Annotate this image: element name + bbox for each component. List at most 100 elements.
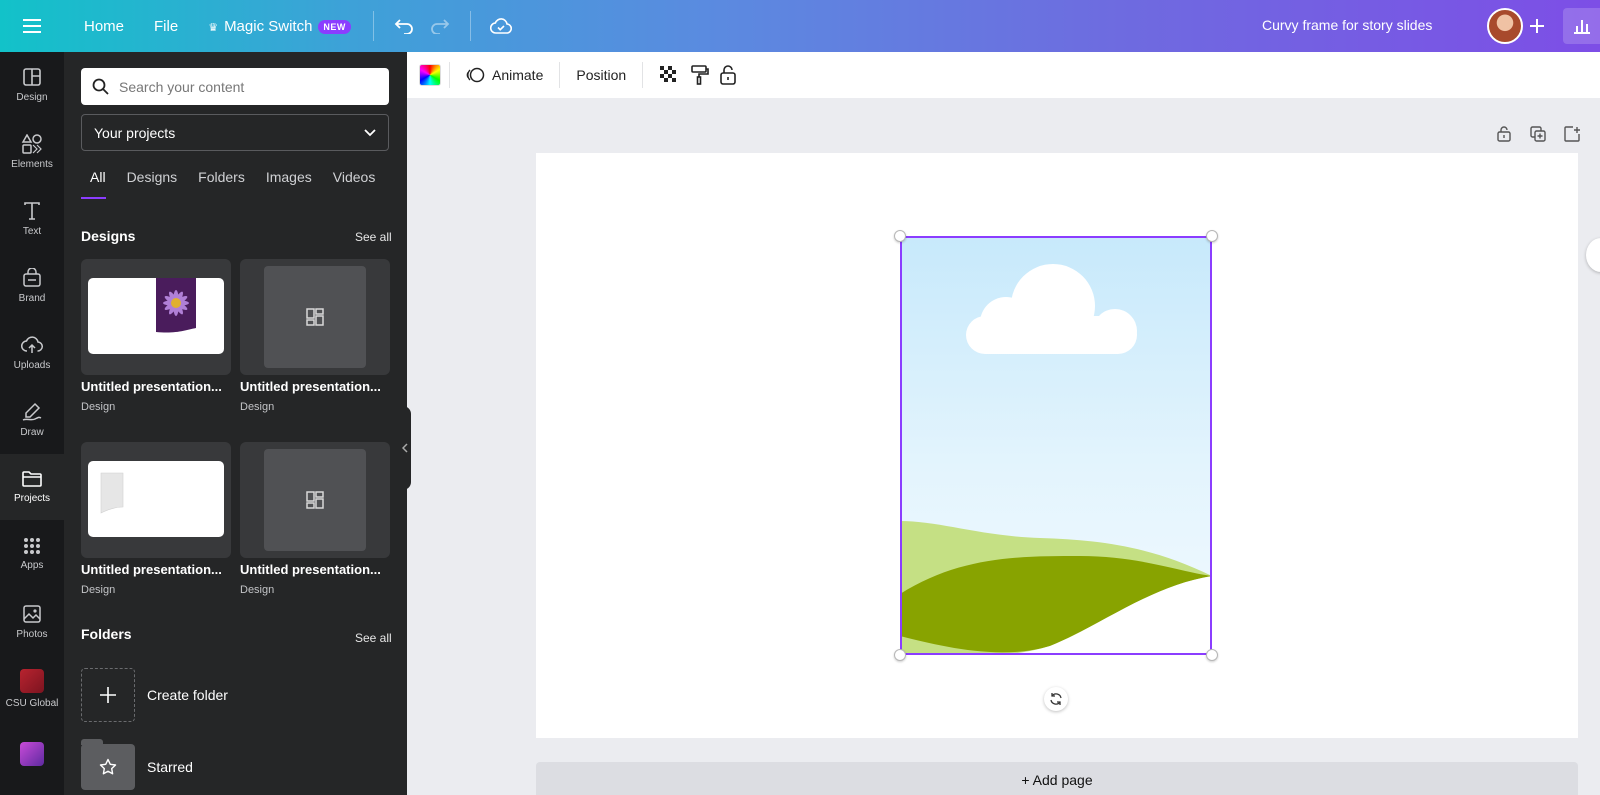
starred-folder[interactable]: Starred	[81, 739, 193, 790]
rail-item-photos[interactable]: Photos	[0, 589, 64, 655]
tab-images[interactable]: Images	[266, 169, 312, 199]
tab-designs[interactable]: Designs	[127, 169, 178, 199]
design-card-title[interactable]: Untitled presentation...	[240, 562, 390, 577]
context-toolbar: Animate Position	[407, 52, 1600, 98]
resize-handle-top-right[interactable]	[1206, 230, 1218, 242]
rotate-handle[interactable]	[1044, 687, 1068, 711]
rail-item-apps[interactable]: Apps	[0, 521, 64, 587]
search-input[interactable]	[119, 78, 369, 95]
side-assistant-button[interactable]	[1586, 238, 1600, 272]
file-menu-button[interactable]: File	[144, 12, 188, 41]
designs-section-title: Designs	[81, 228, 136, 244]
color-picker-button[interactable]	[419, 64, 441, 86]
undo-icon	[394, 19, 413, 34]
design-card[interactable]	[240, 259, 390, 375]
rail-item-design[interactable]: Design	[0, 52, 64, 118]
rail-label: Elements	[11, 159, 53, 170]
duplicate-icon	[1530, 126, 1546, 142]
add-page-label: + Add page	[1021, 772, 1093, 788]
hamburger-menu-button[interactable]	[0, 0, 64, 52]
folders-see-all-link[interactable]: See all	[355, 631, 392, 645]
rail-item-csu-global[interactable]: CSU Global	[0, 656, 64, 722]
search-box[interactable]	[81, 68, 389, 105]
select-value: Your projects	[94, 124, 176, 141]
avatar[interactable]	[1487, 8, 1523, 44]
lock-page-button[interactable]	[1494, 124, 1514, 144]
uploads-icon	[21, 336, 43, 353]
collapse-panel-button[interactable]	[399, 406, 411, 490]
create-folder-button[interactable]: Create folder	[81, 668, 228, 722]
share-add-button[interactable]	[1521, 10, 1553, 42]
paint-roller-icon	[691, 65, 709, 85]
plus-icon	[100, 687, 116, 703]
rail-item-photo-app[interactable]	[0, 723, 64, 789]
plus-icon	[1530, 19, 1544, 33]
draw-icon	[22, 402, 42, 421]
blank-page-thumbnail	[100, 472, 124, 514]
resize-handle-bottom-right[interactable]	[1206, 649, 1218, 661]
tab-folders[interactable]: Folders	[198, 169, 245, 199]
rail-label: Brand	[18, 293, 46, 304]
crown-icon: ♛	[208, 21, 219, 34]
transparency-icon	[660, 66, 677, 82]
rail-label: Design	[16, 92, 48, 103]
design-card[interactable]	[81, 259, 231, 375]
folders-section-title: Folders	[81, 626, 132, 642]
template-layout-icon	[306, 491, 324, 509]
rail-label: Photos	[16, 629, 48, 640]
lock-button[interactable]	[713, 59, 743, 91]
undo-button[interactable]	[388, 10, 420, 42]
design-card[interactable]	[240, 442, 390, 558]
rail-label: Uploads	[13, 360, 51, 371]
save-status-button[interactable]	[485, 10, 517, 42]
new-badge: NEW	[318, 19, 351, 34]
home-button[interactable]: Home	[74, 12, 134, 41]
left-rail: Design Elements Text Brand Uploads Draw …	[0, 52, 64, 795]
design-card[interactable]	[81, 442, 231, 558]
starred-label: Starred	[147, 759, 193, 775]
rail-label: Projects	[13, 493, 51, 504]
rail-item-brand[interactable]: Brand	[0, 253, 64, 319]
rail-item-elements[interactable]: Elements	[0, 119, 64, 185]
rail-item-uploads[interactable]: Uploads	[0, 320, 64, 386]
projects-panel: Your projects All Designs Folders Images…	[64, 52, 407, 795]
position-button[interactable]: Position	[568, 61, 634, 89]
animate-button[interactable]: Animate	[458, 60, 551, 90]
design-title[interactable]: Curvy frame for story slides	[1262, 17, 1432, 33]
folder-icon	[81, 739, 135, 790]
elements-icon	[21, 134, 42, 154]
add-page-icon	[1564, 126, 1580, 142]
design-thumbnail	[88, 278, 224, 354]
rotate-icon	[1050, 693, 1062, 705]
duplicate-page-button[interactable]	[1528, 124, 1548, 144]
magic-switch-button[interactable]: ♛ Magic Switch NEW	[198, 12, 361, 41]
insights-button[interactable]	[1563, 8, 1600, 44]
design-thumbnail	[264, 266, 366, 368]
transparency-button[interactable]	[651, 59, 687, 91]
tab-videos[interactable]: Videos	[333, 169, 376, 199]
brand-icon	[23, 268, 41, 287]
csu-global-app-icon	[20, 669, 44, 693]
rail-item-text[interactable]: Text	[0, 186, 64, 252]
resize-handle-top-left[interactable]	[894, 230, 906, 242]
design-card-title[interactable]: Untitled presentation...	[81, 379, 231, 394]
add-page-button[interactable]: + Add page	[536, 762, 1578, 795]
add-page-icon-button[interactable]	[1562, 124, 1582, 144]
magic-switch-label: Magic Switch	[224, 17, 313, 35]
copy-style-button[interactable]	[687, 59, 713, 91]
toolbar-divider	[469, 11, 471, 41]
design-card-title[interactable]: Untitled presentation...	[81, 562, 231, 577]
rail-label: Draw	[20, 427, 44, 438]
rail-item-projects[interactable]: Projects	[0, 454, 64, 520]
rail-label: CSU Global	[5, 698, 59, 709]
resize-handle-bottom-left[interactable]	[894, 649, 906, 661]
redo-button[interactable]	[424, 10, 456, 42]
projects-folder-icon	[22, 471, 42, 487]
tab-all[interactable]: All	[81, 169, 106, 199]
design-card-title[interactable]: Untitled presentation...	[240, 379, 390, 394]
rail-item-draw[interactable]: Draw	[0, 387, 64, 453]
projects-filter-select[interactable]: Your projects	[81, 114, 389, 151]
design-card-type: Design	[81, 401, 116, 413]
toolbar-divider	[449, 62, 450, 88]
designs-see-all-link[interactable]: See all	[355, 230, 392, 244]
